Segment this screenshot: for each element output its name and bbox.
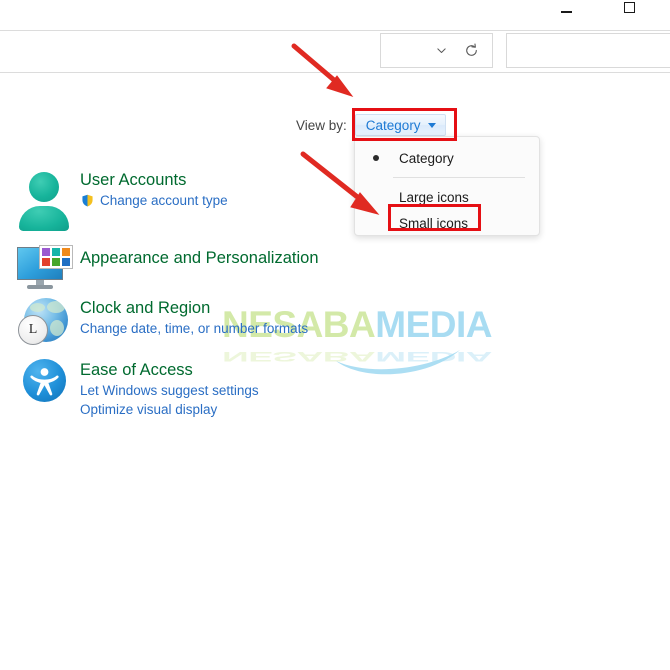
monitor-base-shape bbox=[27, 285, 53, 289]
category-title[interactable]: User Accounts bbox=[80, 170, 228, 191]
window-controls bbox=[0, 0, 670, 30]
minimize-icon bbox=[560, 11, 572, 13]
refresh-icon[interactable] bbox=[456, 34, 486, 67]
category-link-change-date-time[interactable]: Change date, time, or number formats bbox=[80, 319, 308, 338]
category-title[interactable]: Clock and Region bbox=[80, 298, 308, 319]
ease-of-access-icon[interactable] bbox=[8, 358, 80, 405]
category-title[interactable]: Ease of Access bbox=[80, 360, 259, 381]
view-by-row: View by: Category bbox=[296, 113, 446, 137]
control-panel-category-list: User Accounts Change account type Appear… bbox=[8, 168, 408, 424]
chevron-down-icon bbox=[427, 122, 436, 128]
accessibility-person-icon bbox=[30, 368, 59, 396]
toolbar-divider-bottom bbox=[0, 72, 670, 73]
user-body-shape bbox=[19, 206, 69, 231]
menu-item-label: Large icons bbox=[399, 189, 469, 205]
category-link-label: Let Windows suggest settings bbox=[80, 383, 259, 398]
category-link-change-account-type[interactable]: Change account type bbox=[80, 191, 228, 210]
category-item-user-accounts[interactable]: User Accounts Change account type bbox=[8, 168, 408, 246]
view-by-selected-value: Category bbox=[365, 117, 421, 133]
category-item-appearance-and-personalization[interactable]: Appearance and Personalization bbox=[8, 245, 408, 296]
uac-shield-icon bbox=[81, 193, 94, 208]
menu-item-label: Small icons bbox=[399, 215, 469, 231]
view-by-dropdown-button[interactable]: Category bbox=[354, 114, 446, 136]
clock-hands-icon: L bbox=[28, 322, 38, 337]
minimize-button[interactable] bbox=[543, 0, 589, 14]
category-link-label: Change date, time, or number formats bbox=[80, 321, 309, 336]
maximize-button[interactable] bbox=[606, 0, 652, 14]
category-title[interactable]: Appearance and Personalization bbox=[80, 248, 319, 269]
chevron-down-icon[interactable] bbox=[426, 34, 456, 67]
user-head-shape bbox=[29, 172, 59, 202]
user-accounts-icon[interactable] bbox=[8, 168, 80, 231]
toolbar-divider-top bbox=[0, 30, 670, 31]
clock-region-icon[interactable]: L bbox=[8, 296, 80, 348]
address-bar[interactable] bbox=[380, 33, 493, 68]
search-input[interactable] bbox=[506, 33, 670, 68]
appearance-personalization-icon[interactable] bbox=[8, 245, 80, 291]
menu-item-label: Category bbox=[399, 150, 454, 166]
category-item-clock-and-region[interactable]: L Clock and Region Change date, time, or… bbox=[8, 296, 408, 358]
selected-bullet-icon bbox=[373, 155, 379, 161]
category-link-label: Change account type bbox=[100, 193, 228, 208]
clock-face-shape: L bbox=[18, 315, 48, 345]
category-item-ease-of-access[interactable]: Ease of Access Let Windows suggest setti… bbox=[8, 358, 408, 424]
category-link-label: Optimize visual display bbox=[80, 402, 218, 417]
menu-separator bbox=[393, 177, 525, 178]
category-link-let-windows-suggest[interactable]: Let Windows suggest settings bbox=[80, 381, 259, 400]
view-by-label: View by: bbox=[296, 117, 347, 133]
color-tiles-icon bbox=[39, 245, 73, 269]
category-link-optimize-visual-display[interactable]: Optimize visual display bbox=[80, 400, 259, 419]
arrow-to-view-by bbox=[291, 43, 354, 97]
maximize-icon bbox=[623, 2, 635, 13]
